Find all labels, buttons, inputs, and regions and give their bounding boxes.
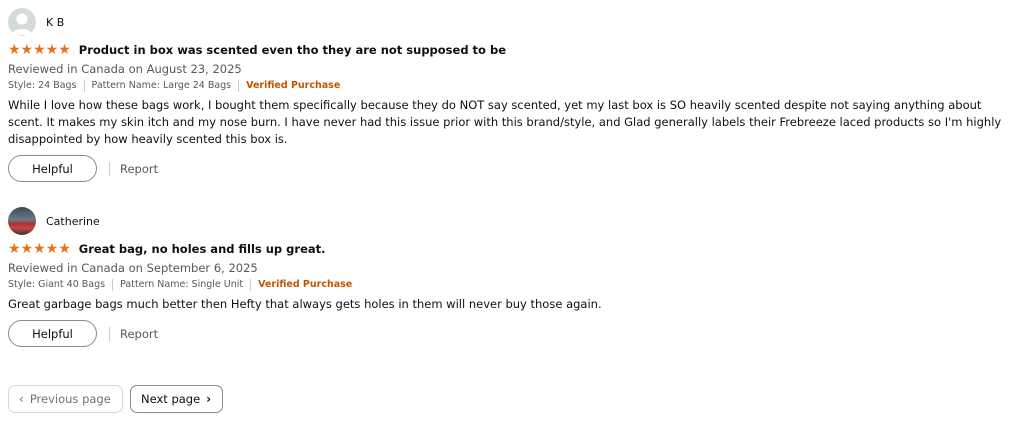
divider [250, 279, 252, 291]
divider [109, 326, 110, 341]
reviewer-photo-avatar [8, 207, 36, 235]
review-date: Reviewed in Canada on September 6, 2025 [8, 261, 258, 275]
star-rating[interactable]: ★★★★★ [8, 242, 71, 256]
review-body: While I love how these bags work, I boug… [8, 98, 1002, 146]
review-title[interactable]: Product in box was scented even tho they… [79, 43, 506, 57]
reviewer-name: Catherine [46, 214, 100, 228]
divider [83, 80, 85, 92]
review-card: K B ★★★★★ Product in box was scented eve… [8, 8, 1008, 182]
style-label: Style: Giant 40 Bags [8, 279, 106, 290]
review-format: Style: Giant 40 Bags Pattern Name: Singl… [8, 278, 1008, 292]
report-link[interactable]: Report [120, 162, 158, 176]
divider [109, 161, 110, 176]
style-label: Style: 24 Bags [8, 80, 77, 91]
review-title[interactable]: Great bag, no holes and fills up great. [79, 242, 326, 256]
next-page-label: Next page [141, 392, 201, 406]
previous-page-label: Previous page [29, 392, 111, 406]
chevron-left-icon: ‹ [19, 392, 24, 406]
helpful-button[interactable]: Helpful [8, 320, 97, 347]
pattern-label: Pattern Name: Large 24 Bags [91, 80, 232, 91]
divider [238, 80, 240, 92]
default-avatar-icon [8, 8, 36, 36]
star-rating[interactable]: ★★★★★ [8, 43, 71, 57]
pagination: ‹ Previous page Next page › [8, 385, 223, 413]
review-format: Style: 24 Bags Pattern Name: Large 24 Ba… [8, 79, 1008, 93]
review-card: Catherine ★★★★★ Great bag, no holes and … [8, 207, 1008, 347]
pattern-label: Pattern Name: Single Unit [120, 279, 244, 290]
verified-purchase-badge: Verified Purchase [246, 80, 341, 91]
reviewer-profile[interactable]: Catherine [8, 207, 1008, 235]
divider [112, 279, 114, 291]
previous-page-button[interactable]: ‹ Previous page [8, 385, 123, 413]
helpful-button[interactable]: Helpful [8, 155, 97, 182]
report-link[interactable]: Report [120, 327, 158, 341]
reviewer-name: K B [46, 15, 65, 29]
review-date: Reviewed in Canada on August 23, 2025 [8, 62, 242, 76]
chevron-right-icon: › [206, 392, 212, 406]
reviewer-profile[interactable]: K B [8, 8, 1008, 36]
next-page-button[interactable]: Next page › [130, 385, 223, 413]
review-body: Great garbage bags much better then Heft… [8, 297, 602, 311]
verified-purchase-badge: Verified Purchase [258, 279, 353, 290]
